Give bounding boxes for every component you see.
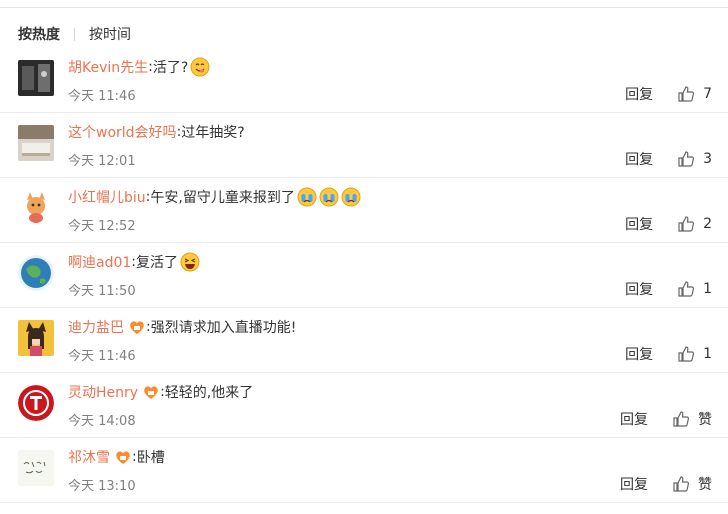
comment-item: 灵动Henry : 轻轻的,他来了 今天 14:08 回复 赞 (0, 373, 728, 438)
sort-by-hot-tab[interactable]: 按热度 (18, 24, 60, 44)
like-count: 3 (703, 151, 712, 167)
thumbs-up-icon (673, 476, 690, 492)
avatar-photo-desk-icon (18, 125, 54, 161)
like-button[interactable]: 赞 (672, 409, 712, 429)
like-count: 2 (703, 216, 712, 232)
reply-button[interactable]: 回复 (625, 214, 653, 234)
thumbs-up-icon (678, 86, 695, 102)
avatar-earth-globe-icon (18, 255, 54, 291)
avatar[interactable] (18, 385, 54, 421)
crying-emoji-icon (341, 187, 361, 207)
top-divider (0, 7, 728, 8)
username-link[interactable]: 祁沐雪 (68, 447, 110, 467)
crying-emoji-icon (319, 187, 339, 207)
avatar[interactable] (18, 450, 54, 486)
username-link[interactable]: 这个world会好吗 (68, 122, 177, 142)
comment-time: 今天 14:08 (68, 414, 136, 429)
comment-item: 祁沐雪 : 卧槽 今天 13:10 回复 赞 (0, 438, 728, 503)
laughing-emoji-icon (180, 252, 200, 272)
comment-time: 今天 11:46 (68, 349, 136, 364)
comment-text: 强烈请求加入直播功能! (150, 320, 297, 336)
thumbs-up-icon (673, 411, 690, 427)
avatar[interactable] (18, 190, 54, 226)
username-link[interactable]: 小红帽儿biu (68, 187, 146, 207)
like-label: 赞 (698, 477, 712, 493)
comment-text: 午安,留守儿童来报到了 (150, 190, 295, 206)
fan-badge-icon (144, 386, 158, 399)
avatar-cartoon-fox-icon (18, 190, 54, 226)
comment-list: 胡Kevin先生: 活了? 今天 11:46 回复 7 这个world会好吗: 过年… (0, 48, 728, 503)
avatar[interactable] (18, 125, 54, 161)
thumbs-up-icon (678, 281, 695, 297)
reply-button[interactable]: 回复 (625, 344, 653, 364)
fan-badge-icon (130, 321, 144, 334)
comment-time: 今天 11:50 (68, 284, 136, 299)
comment-time: 今天 11:46 (68, 89, 136, 104)
avatar-handwriting-icon (18, 450, 54, 486)
reply-button[interactable]: 回复 (620, 409, 648, 429)
avatar[interactable] (18, 60, 54, 96)
sort-bar: 按热度 按时间 (18, 24, 131, 44)
comment-text: 卧槽 (136, 450, 165, 466)
thumbs-up-icon (678, 346, 695, 362)
like-button[interactable]: 2 (677, 215, 712, 233)
like-count: 1 (703, 281, 712, 297)
like-count: 1 (703, 346, 712, 362)
username-link[interactable]: 迪力盐巴 (68, 317, 124, 337)
avatar[interactable] (18, 320, 54, 356)
thumbs-up-icon (678, 151, 695, 167)
avatar-red-letter-t-icon (18, 385, 54, 421)
comment-text: 过年抽奖? (181, 125, 245, 141)
comment-time: 今天 12:01 (68, 154, 136, 169)
avatar-girl-cat-ears-icon (18, 320, 54, 356)
comment-text: 轻轻的,他来了 (164, 385, 254, 401)
comment-item: 迪力盐巴 : 强烈请求加入直播功能! 今天 11:46 回复 1 (0, 308, 728, 373)
comment-text: 活了? (152, 60, 189, 76)
username-link[interactable]: 啊迪ad01 (68, 252, 131, 272)
like-button[interactable]: 1 (677, 280, 712, 298)
like-button[interactable]: 赞 (672, 474, 712, 494)
like-button[interactable]: 3 (677, 150, 712, 168)
like-button[interactable]: 1 (677, 345, 712, 363)
comment-time: 今天 12:52 (68, 219, 136, 234)
comment-item: 胡Kevin先生: 活了? 今天 11:46 回复 7 (0, 48, 728, 113)
comment-item: 啊迪ad01: 复活了 今天 11:50 回复 1 (0, 243, 728, 308)
username-link[interactable]: 胡Kevin先生 (68, 57, 148, 77)
comment-item: 这个world会好吗: 过年抽奖? 今天 12:01 回复 3 (0, 113, 728, 178)
thumbs-up-icon (678, 216, 695, 232)
like-button[interactable]: 7 (677, 85, 712, 103)
like-label: 赞 (698, 412, 712, 428)
fan-badge-icon (116, 451, 130, 464)
yum-emoji-icon (190, 57, 210, 77)
comment-text: 复活了 (136, 255, 178, 271)
avatar-photo-dark-icon (18, 60, 54, 96)
reply-button[interactable]: 回复 (620, 474, 648, 494)
avatar[interactable] (18, 255, 54, 291)
comment-item: 小红帽儿biu: 午安,留守儿童来报到了 今天 12:52 回复 2 (0, 178, 728, 243)
reply-button[interactable]: 回复 (625, 84, 653, 104)
sort-by-time-tab[interactable]: 按时间 (89, 24, 131, 44)
crying-emoji-icon (297, 187, 317, 207)
sort-separator (74, 27, 75, 41)
reply-button[interactable]: 回复 (625, 149, 653, 169)
reply-button[interactable]: 回复 (625, 279, 653, 299)
username-link[interactable]: 灵动Henry (68, 382, 138, 402)
like-count: 7 (703, 86, 712, 102)
comment-time: 今天 13:10 (68, 479, 136, 494)
